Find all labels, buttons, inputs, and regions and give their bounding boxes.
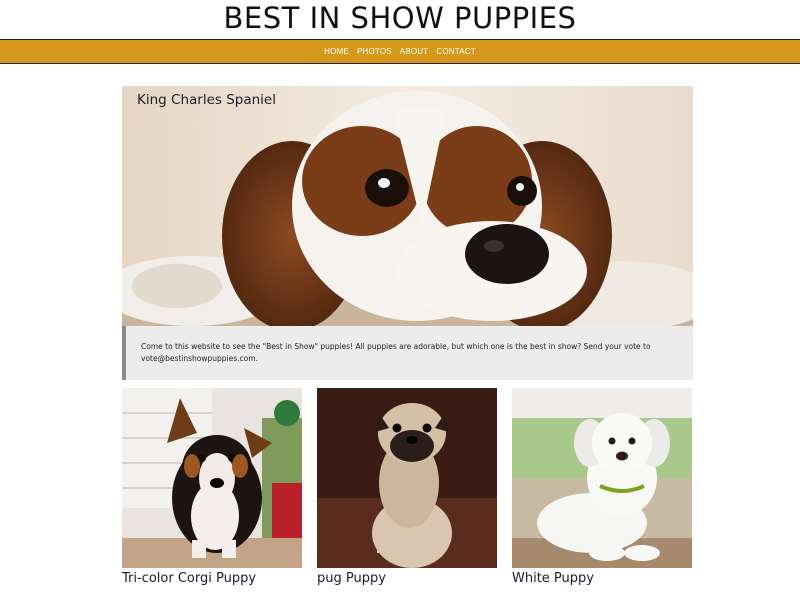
puppy-card-white[interactable]: White Puppy: [512, 388, 692, 589]
white-puppy-image[interactable]: [512, 388, 692, 568]
nav-home-link[interactable]: HOME: [324, 47, 349, 56]
site-title: BEST IN SHOW PUPPIES: [223, 1, 577, 35]
pug-puppy-image[interactable]: [317, 388, 497, 568]
puppy-caption[interactable]: Tri-color Corgi Puppy: [122, 569, 302, 589]
hero-caption: King Charles Spaniel: [137, 92, 276, 108]
puppy-card-pug[interactable]: pug Puppy: [317, 388, 497, 589]
intro-blurb: Come to this website to see the "Best in…: [122, 326, 693, 380]
puppy-caption[interactable]: pug Puppy: [317, 569, 497, 589]
corgi-puppy-image[interactable]: [122, 388, 302, 568]
hero-image-king-charles-spaniel: [122, 86, 693, 326]
main-nav: HOME PHOTOS ABOUT CONTACT: [0, 39, 800, 64]
puppy-caption[interactable]: White Puppy: [512, 569, 692, 589]
nav-about-link[interactable]: ABOUT: [400, 47, 429, 56]
nav-photos-link[interactable]: PHOTOS: [357, 47, 392, 56]
nav-contact-link[interactable]: CONTACT: [436, 47, 475, 56]
puppy-card-corgi[interactable]: Tri-color Corgi Puppy: [122, 388, 302, 589]
